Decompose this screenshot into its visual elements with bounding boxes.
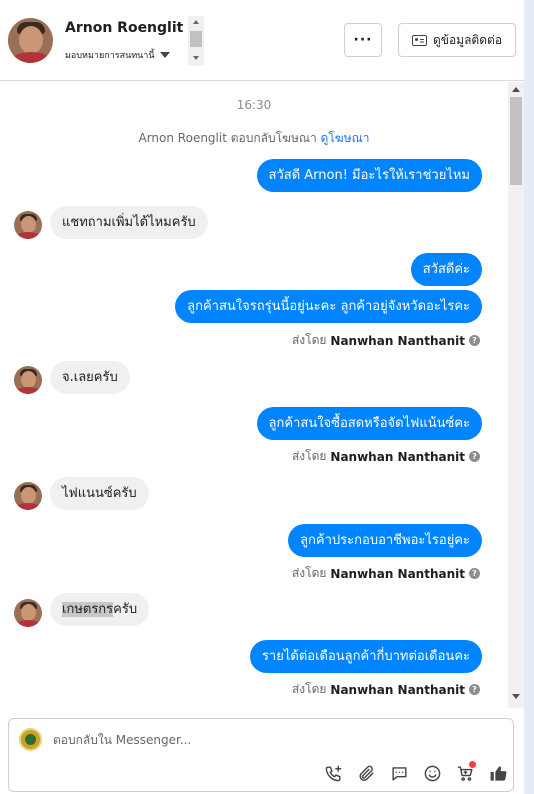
incoming-message[interactable]: จ.เลยครับ bbox=[50, 361, 130, 394]
sender-name: Nanwhan Nanthanit bbox=[330, 333, 465, 348]
sent-by-note: ส่งโดย Nanwhan Nanthanit ? bbox=[292, 680, 480, 699]
contact-card-icon bbox=[411, 34, 427, 46]
sender-name: Nanwhan Nanthanit bbox=[330, 682, 465, 697]
sent-by-prefix: ส่งโดย bbox=[291, 333, 327, 347]
view-contact-info-button[interactable]: ดูข้อมูลติดต่อ bbox=[398, 23, 516, 57]
saved-reply-icon[interactable] bbox=[387, 761, 412, 785]
sent-by-prefix: ส่งโดย bbox=[291, 566, 327, 580]
sender-name: Nanwhan Nanthanit bbox=[330, 566, 465, 581]
outgoing-message[interactable]: สวัสดีค่ะ bbox=[410, 253, 482, 286]
ad-reply-text: Arnon Roenglit ตอบกลับโฆษณา bbox=[138, 131, 317, 145]
sender-name: Nanwhan Nanthanit bbox=[330, 449, 465, 464]
outgoing-message[interactable]: ลูกค้าสนใจซื้อสดหรือจัดไฟแน้นซ์คะ bbox=[256, 407, 482, 440]
scroll-thumb[interactable] bbox=[190, 31, 202, 47]
message-text-rest: ครับ bbox=[113, 602, 138, 617]
incoming-message[interactable]: ไฟแนนซ์ครับ bbox=[50, 477, 149, 510]
right-edge-strip bbox=[524, 0, 534, 794]
sent-by-note: ส่งโดย Nanwhan Nanthanit ? bbox=[292, 331, 480, 350]
caret-down-icon bbox=[159, 52, 170, 58]
view-contact-info-label: ดูข้อมูลติดต่อ bbox=[432, 32, 503, 47]
incoming-message[interactable]: แชทถามเพิ่มได้ไหมครับ bbox=[50, 206, 208, 239]
incoming-message[interactable]: เกษตรกรครับ bbox=[50, 593, 150, 626]
thread-timestamp: 16:30 bbox=[236, 98, 272, 112]
emoji-icon[interactable] bbox=[420, 761, 445, 785]
view-ad-link[interactable]: ดูโฆษณา bbox=[321, 131, 370, 145]
contact-avatar-small[interactable] bbox=[14, 599, 42, 627]
contact-avatar[interactable] bbox=[8, 18, 53, 63]
conversation-header: Arnon Roenglit มอบหมายการสนทนานี้ ··· ดู… bbox=[0, 0, 524, 81]
outgoing-message[interactable]: ลูกค้าสนใจรถรุ่นนี้อยู่นะคะ ลูกค้าอยู่จั… bbox=[175, 290, 482, 323]
more-options-button[interactable]: ··· bbox=[344, 23, 382, 57]
reply-composer bbox=[8, 718, 514, 792]
like-icon[interactable] bbox=[486, 761, 511, 785]
contact-avatar-small[interactable] bbox=[14, 366, 42, 394]
help-icon[interactable]: ? bbox=[469, 451, 480, 462]
sent-by-note: ส่งโดย Nanwhan Nanthanit ? bbox=[292, 564, 480, 583]
assign-label: มอบหมายการสนทนานี้ bbox=[65, 51, 155, 61]
assign-conversation-dropdown[interactable]: มอบหมายการสนทนานี้ bbox=[65, 48, 170, 62]
attachment-icon[interactable] bbox=[354, 761, 379, 785]
outgoing-message[interactable]: รายได้ต่อเดือนลูกค้ากี่บาทต่อเดือนคะ bbox=[249, 640, 482, 673]
help-icon[interactable]: ? bbox=[469, 335, 480, 346]
notification-dot bbox=[469, 761, 476, 768]
thread-scrollbar[interactable] bbox=[508, 82, 524, 708]
selected-text: เกษตรกร bbox=[62, 602, 114, 617]
sent-by-prefix: ส่งโดย bbox=[291, 682, 327, 696]
help-icon[interactable]: ? bbox=[469, 684, 480, 695]
scroll-up-arrow-icon[interactable] bbox=[512, 87, 520, 92]
scroll-down-arrow-icon[interactable] bbox=[512, 694, 520, 699]
composer-toolbar bbox=[321, 761, 511, 785]
reply-input[interactable] bbox=[53, 733, 493, 747]
sent-by-prefix: ส่งโดย bbox=[291, 449, 327, 463]
sent-by-note: ส่งโดย Nanwhan Nanthanit ? bbox=[292, 447, 480, 466]
cart-icon[interactable] bbox=[453, 761, 478, 785]
contact-name[interactable]: Arnon Roenglit bbox=[65, 20, 183, 36]
contact-avatar-small[interactable] bbox=[14, 482, 42, 510]
more-icon: ··· bbox=[353, 32, 373, 48]
outgoing-message[interactable]: สวัสดี Arnon! มีอะไรให้เราช่วยไหม bbox=[256, 159, 482, 192]
ad-reply-notice: Arnon Roenglit ตอบกลับโฆษณา ดูโฆษณา bbox=[0, 129, 508, 148]
help-icon[interactable]: ? bbox=[469, 568, 480, 579]
call-add-icon[interactable] bbox=[321, 761, 346, 785]
scroll-thumb[interactable] bbox=[510, 97, 522, 185]
contact-avatar-small[interactable] bbox=[14, 211, 42, 239]
outgoing-message[interactable]: ลูกค้าประกอบอาชีพอะไรอยู่คะ bbox=[288, 524, 482, 557]
scroll-up-arrow-icon[interactable] bbox=[193, 20, 199, 24]
message-thread: 16:30 Arnon Roenglit ตอบกลับโฆษณา ดูโฆษณ… bbox=[0, 82, 508, 708]
page-avatar bbox=[19, 728, 42, 751]
scroll-down-arrow-icon[interactable] bbox=[193, 56, 199, 60]
assign-scrollbar[interactable] bbox=[188, 16, 204, 66]
